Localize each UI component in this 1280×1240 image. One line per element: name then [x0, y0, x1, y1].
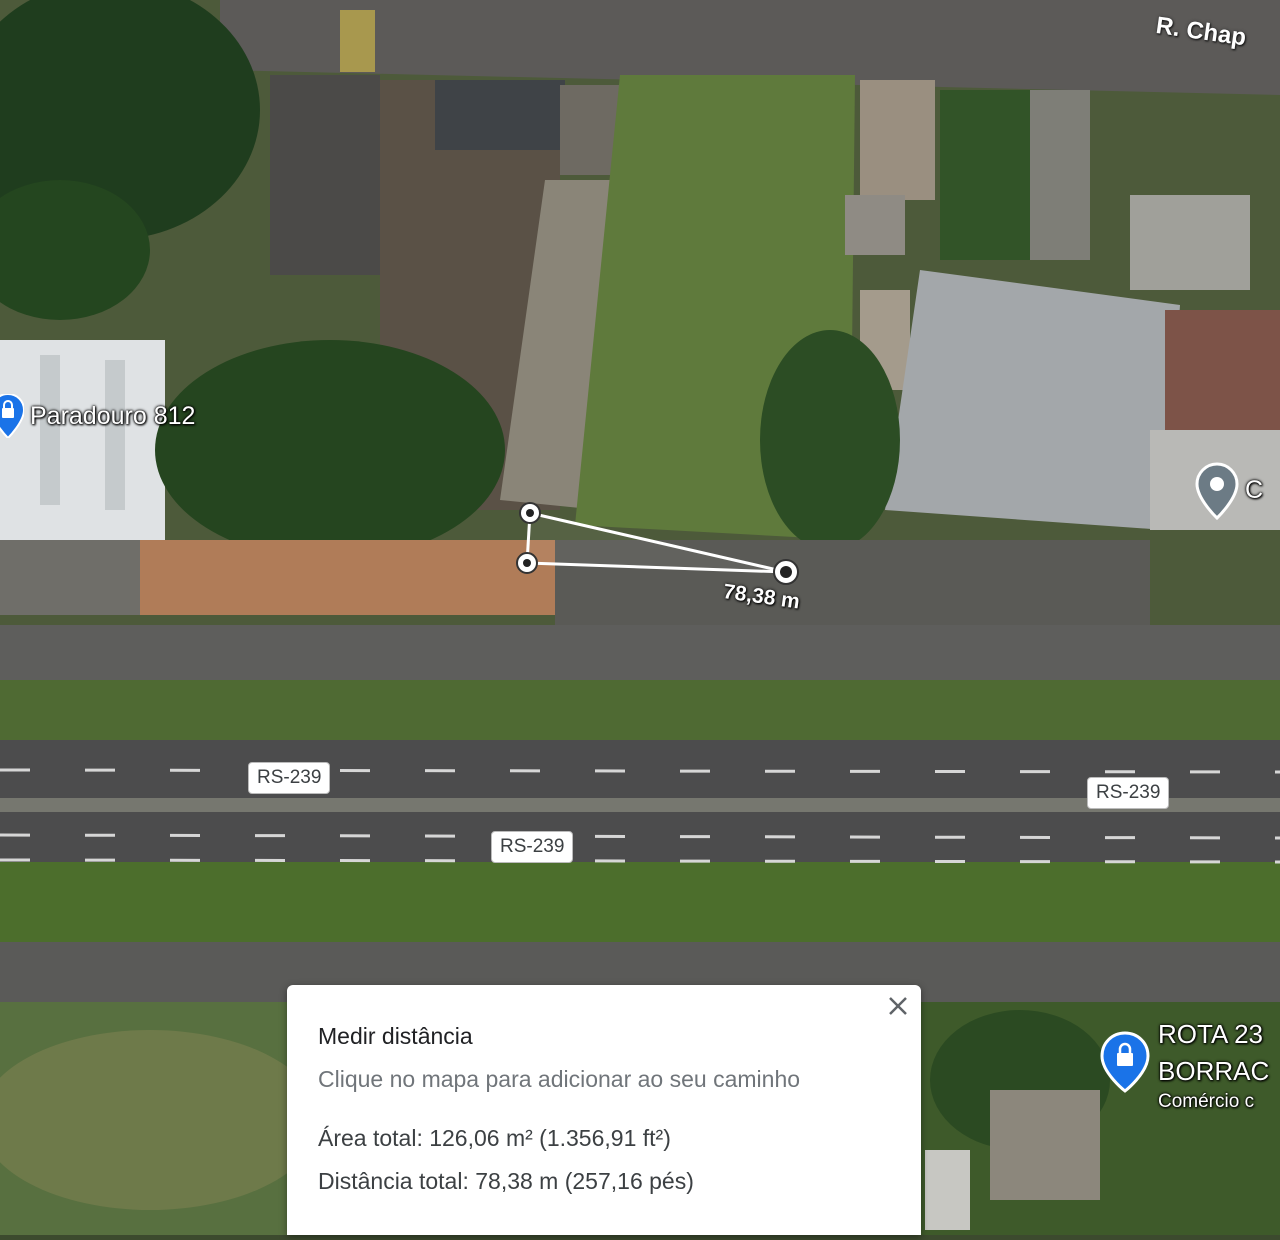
poi-label: Paradouro 812: [30, 402, 196, 430]
poi-rota[interactable]: ROTA 23 BORRAC Comércio c: [1098, 1015, 1269, 1115]
measure-distance-panel: Medir distância Clique no mapa para adic…: [287, 985, 921, 1235]
lock-pin-icon: [0, 392, 26, 443]
poi-category: Comércio c: [1158, 1091, 1255, 1112]
total-distance: Distância total: 78,38 m (257,16 pés): [318, 1168, 694, 1194]
panel-hint: Clique no mapa para adicionar ao seu cam…: [318, 1066, 801, 1092]
location-pin-icon: [1195, 462, 1239, 525]
road-shield: RS-239: [1087, 777, 1170, 809]
panel-title: Medir distância: [318, 1023, 473, 1049]
poi-label-line2: BORRAC: [1158, 1056, 1270, 1086]
poi-label-line1: ROTA 23: [1158, 1019, 1264, 1049]
close-icon: [889, 997, 907, 1015]
poi-paradouro[interactable]: Paradouro 812: [0, 392, 196, 443]
poi-label: C: [1245, 476, 1264, 504]
total-area: Área total: 126,06 m² (1.356,91 ft²): [318, 1125, 671, 1151]
poi-right[interactable]: C: [1195, 462, 1263, 525]
close-button[interactable]: [883, 991, 913, 1021]
road-shield: RS-239: [248, 762, 331, 794]
road-shield: RS-239: [491, 831, 574, 863]
lock-pin-icon: [1098, 1031, 1152, 1098]
